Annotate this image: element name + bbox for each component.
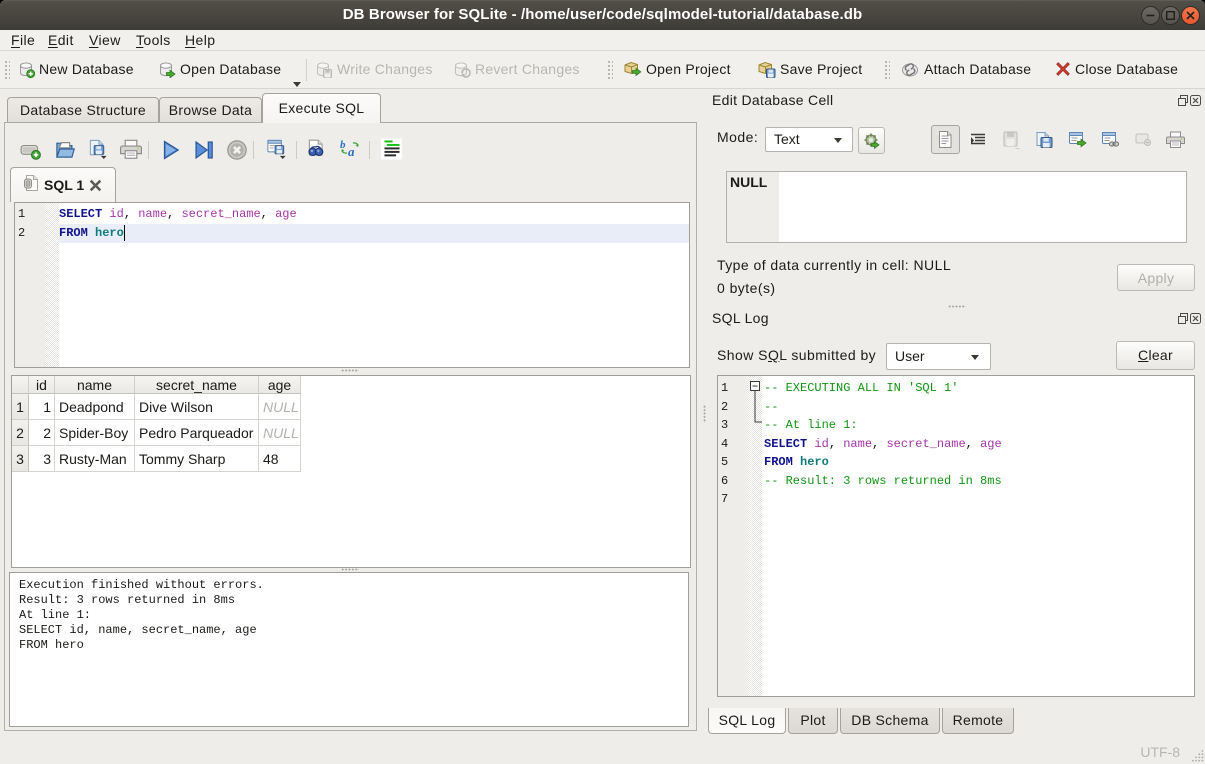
svg-text:b: b <box>340 139 346 151</box>
svg-text:a: a <box>348 144 355 159</box>
